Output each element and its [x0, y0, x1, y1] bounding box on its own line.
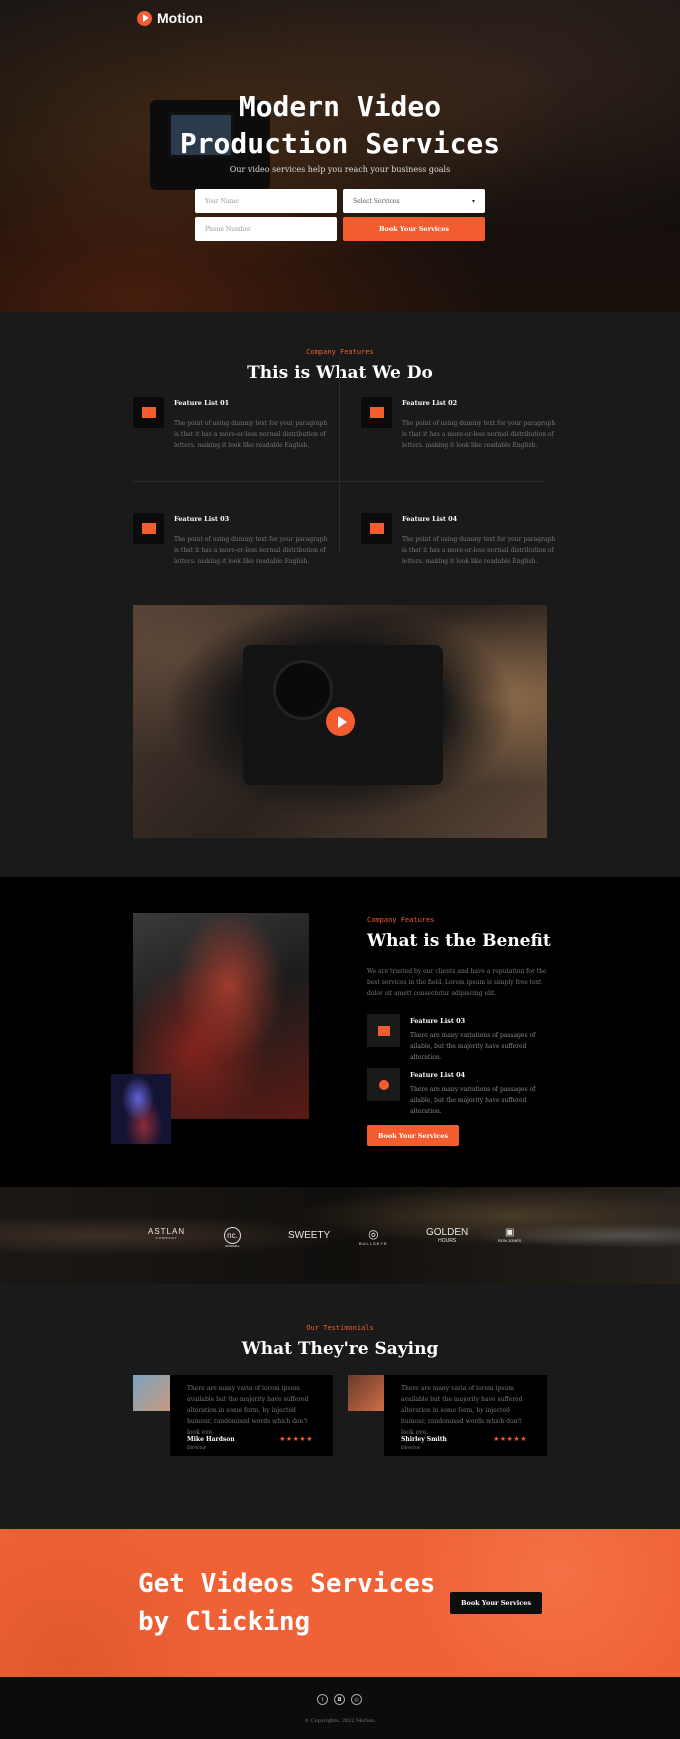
feature-text: The point of using dummy text for your p…: [174, 420, 328, 449]
video-thumbnail[interactable]: [133, 605, 547, 838]
service-select[interactable]: Select Services ▾: [343, 189, 485, 213]
avatar: [133, 1375, 171, 1411]
play-logo-icon: [137, 10, 152, 26]
hero-book-button[interactable]: Book Your Services: [343, 217, 485, 241]
twitter-icon[interactable]: t: [317, 1694, 328, 1705]
benefit-item-title: Feature List 03: [410, 1017, 466, 1025]
footer: t ◘ ◎ © Copyrights. 2022 Motion.: [0, 1677, 680, 1739]
benefit-item: Feature List 04 There are many variation…: [367, 1068, 557, 1115]
features-section: Company Features This is What We Do Feat…: [0, 312, 680, 877]
brand-logo-nc: nc. WINDMILL: [224, 1227, 241, 1248]
page: Motion Modern Video Production Services …: [0, 0, 680, 1739]
feature-title: Feature List 01: [174, 399, 230, 407]
feature-title: Feature List 02: [402, 399, 458, 407]
phone-input[interactable]: Phone Number: [195, 217, 337, 241]
logo[interactable]: Motion: [137, 10, 203, 26]
testimonials-eyebrow: Our Testimonials: [306, 1324, 374, 1332]
cta-banner: Get Videos Services by Clicking Book You…: [0, 1529, 680, 1677]
benefit-item-text: There are many variations of passages of…: [410, 1086, 536, 1115]
testimonial-card: There are many varia of lorem ipsum avai…: [384, 1375, 547, 1456]
feature-text: The point of using dummy text for your p…: [174, 536, 328, 565]
features-divider-horizontal: [133, 481, 545, 482]
brand-logo-ron-jones: ▣ RON JONES: [498, 1227, 522, 1243]
chevron-down-icon: ▾: [471, 197, 475, 205]
logo-text: Motion: [157, 10, 203, 26]
star-rating-icon: ★★★★★: [279, 1435, 313, 1443]
testimonial-card: There are many varia of lorem ipsum avai…: [170, 1375, 333, 1456]
benefit-section: Company Features What is the Benefit We …: [0, 877, 680, 1187]
benefit-text: We are trusted by our clients and have a…: [367, 968, 547, 997]
hero-title: Modern Video Production Services: [0, 88, 680, 162]
service-select-value: Select Services: [353, 197, 400, 205]
features-title: This is What We Do: [247, 363, 433, 383]
benefit-item-text: There are many variations of passages of…: [410, 1032, 536, 1061]
feature-title: Feature List 04: [402, 515, 458, 523]
cta-title: Get Videos Services by Clicking: [138, 1565, 435, 1641]
features-divider-vertical: [339, 357, 340, 552]
benefit-eyebrow: Company Features: [367, 916, 435, 924]
feature-text: The point of using dummy text for your p…: [402, 536, 556, 565]
client-logos-strip: ASTLAN COMPANY nc. WINDMILL SWEETY ◎ BUL…: [0, 1187, 680, 1284]
film-icon: [133, 397, 164, 428]
cta-title-line1: Get Videos Services: [138, 1569, 436, 1599]
testimonial-role: Director: [187, 1446, 207, 1451]
brand-logo-bullseye: ◎ BULLSEYE: [359, 1227, 388, 1246]
hero-title-line2: Production Services: [179, 127, 501, 160]
hero-subtitle: Our video services help you reach your b…: [229, 165, 451, 174]
benefit-item: Feature List 03 There are many variation…: [367, 1014, 557, 1061]
cta-title-line2: by Clicking: [138, 1607, 311, 1637]
flag-icon: [367, 1014, 400, 1047]
name-input[interactable]: Your Name: [195, 189, 337, 213]
benefit-inset-image: [111, 1074, 171, 1144]
hero-title-line1: Modern Video: [238, 90, 442, 123]
benefit-book-button[interactable]: Book Your Services: [367, 1125, 459, 1146]
star-rating-icon: ★★★★★: [493, 1435, 527, 1443]
camera-lens-image: [273, 660, 333, 720]
benefit-item-title: Feature List 04: [410, 1071, 466, 1079]
copyright-text: © Copyrights. 2022 Motion.: [304, 1718, 376, 1724]
avatar: [348, 1375, 386, 1411]
brand-logo-astlan: ASTLAN COMPANY: [148, 1227, 186, 1240]
testimonial-name: Shirley Smith: [401, 1436, 447, 1443]
cta-book-button[interactable]: Book Your Services: [450, 1592, 542, 1614]
testimonials-title: What They're Saying: [241, 1339, 439, 1359]
feature-text: The point of using dummy text for your p…: [402, 420, 556, 449]
brand-logo-sweety: SWEETY: [288, 1230, 331, 1241]
testimonial-text: There are many varia of lorem ipsum avai…: [401, 1385, 523, 1436]
feature-title: Feature List 03: [174, 515, 230, 523]
testimonial-role: Director: [401, 1446, 421, 1451]
video-camera-icon: [361, 397, 392, 428]
play-button-icon[interactable]: [326, 707, 355, 736]
dribbble-icon[interactable]: ◎: [351, 1694, 362, 1705]
rocket-icon: [367, 1068, 400, 1101]
testimonial-name: Mike Hardson: [187, 1436, 235, 1443]
testimonial-text: There are many varia of lorem ipsum avai…: [187, 1385, 309, 1436]
benefit-title: What is the Benefit: [367, 931, 551, 951]
testimonials-section: Our Testimonials What They're Saying The…: [0, 1284, 680, 1529]
clapperboard-icon: [133, 513, 164, 544]
brand-logo-golden-hours: GOLDEN HOURS: [426, 1227, 469, 1244]
features-eyebrow: Company Features: [306, 348, 374, 356]
video-player-icon: [361, 513, 392, 544]
instagram-icon[interactable]: ◘: [334, 1694, 345, 1705]
